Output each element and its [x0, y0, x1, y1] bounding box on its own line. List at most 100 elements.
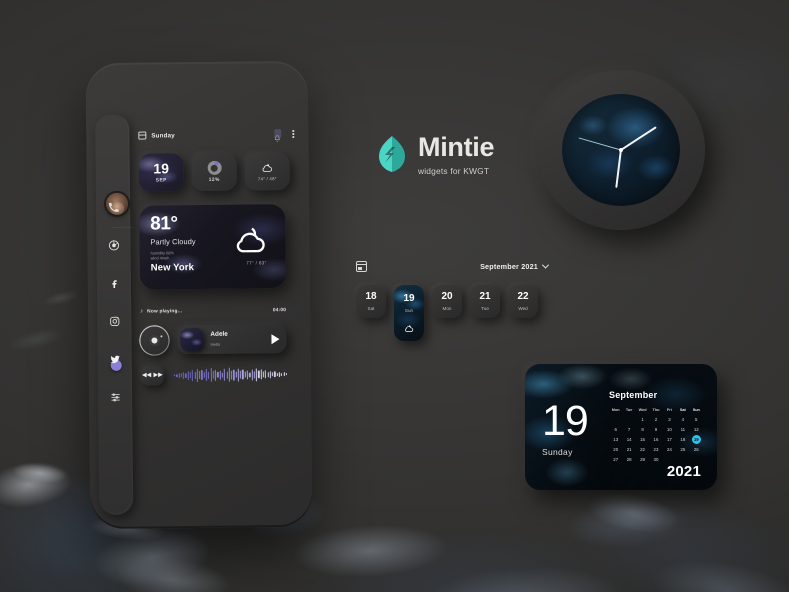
- next-icon[interactable]: ▶▶: [153, 372, 162, 378]
- month-grid-day-14[interactable]: 14: [622, 435, 635, 444]
- more-vertical-icon[interactable]: [292, 130, 295, 138]
- waveform-bar: [258, 370, 260, 379]
- month-grid-day-22[interactable]: 22: [636, 445, 649, 454]
- month-grid-day-5[interactable]: 5: [690, 415, 703, 424]
- month-grid-day-17[interactable]: 17: [663, 435, 676, 444]
- sliders-icon[interactable]: [89, 378, 141, 417]
- calendar-strip-header: September 2021: [356, 258, 550, 274]
- battery-widget[interactable]: 12%: [191, 152, 237, 192]
- calendar-day-name: Wed: [518, 306, 528, 311]
- waveform-bar: [249, 371, 251, 377]
- brand-tagline: widgets for KWGT: [418, 166, 490, 176]
- month-grid-day-11[interactable]: 11: [676, 425, 689, 434]
- date-card-day-number: 19: [542, 397, 589, 445]
- audio-waveform: [173, 366, 287, 383]
- month-grid-day-6[interactable]: 6: [609, 425, 622, 434]
- volume-knob[interactable]: [140, 325, 169, 355]
- date-card-month-label: September: [609, 390, 658, 400]
- month-grid-day-1[interactable]: 1: [636, 415, 649, 424]
- album-art: [180, 327, 204, 352]
- month-grid-day-20[interactable]: 20: [609, 445, 622, 454]
- calendar-day-19[interactable]: 19 Sun: [394, 285, 424, 341]
- waveform-bar: [173, 374, 176, 377]
- status-day-label: Sunday: [151, 131, 175, 139]
- month-grid-day-27[interactable]: 27: [609, 455, 622, 464]
- month-grid-day-4[interactable]: 4: [676, 415, 689, 424]
- month-grid-day-18[interactable]: 18: [676, 435, 689, 444]
- previous-icon[interactable]: ◀◀: [142, 373, 151, 379]
- month-grid-day-21[interactable]: 21: [622, 445, 635, 454]
- instagram-icon[interactable]: [88, 302, 140, 341]
- waveform-bar: [271, 372, 274, 377]
- partly-cloudy-icon: [231, 224, 269, 256]
- month-grid-day-8[interactable]: 8: [636, 425, 649, 434]
- month-grid-day-3[interactable]: 3: [663, 415, 676, 424]
- calendar-day-21[interactable]: 21 Tue: [470, 285, 500, 318]
- calendar-day-inner: 20 Mon: [441, 292, 452, 312]
- weather-mini-widget[interactable]: 74° / 48°: [244, 152, 290, 191]
- waveform-bar: [176, 373, 178, 377]
- date-calendar-card[interactable]: 19 Sunday September Mon Tue Wed Thu Fri Sat Su…: [525, 364, 717, 490]
- music-note-icon: ♪: [140, 308, 144, 315]
- waveform-bar: [239, 370, 242, 379]
- month-grid-day-16[interactable]: 16: [649, 435, 662, 444]
- month-grid-day-19[interactable]: 19: [690, 435, 703, 444]
- date-card-left: 19 Sunday: [542, 397, 589, 457]
- waveform-bar: [269, 370, 271, 378]
- waveform-bar: [274, 371, 276, 378]
- music-controls-row: ◀◀ ▶▶: [140, 364, 287, 386]
- waveform-bar: [228, 367, 230, 382]
- waveform-bar: [187, 370, 189, 380]
- calendar-day-18[interactable]: 18 Sat: [356, 285, 386, 318]
- brand-logo-block: Mintie widgets for KWGT: [377, 132, 495, 176]
- calendar-strip-widget: September 2021 18 Sat 19 Sun 20 Mon 21 Tue 22 Wed: [356, 258, 550, 341]
- calendar-day-20[interactable]: 20 Mon: [432, 285, 462, 318]
- play-icon[interactable]: [271, 333, 280, 344]
- date-widget[interactable]: 19 SEP: [138, 153, 184, 192]
- waveform-bar: [283, 372, 285, 377]
- calendar-day-inner: 21 Tue: [479, 291, 491, 312]
- calendar-month-selector[interactable]: September 2021: [480, 261, 550, 271]
- status-left[interactable]: Sunday: [138, 131, 175, 140]
- month-grid-day-7[interactable]: 7: [622, 425, 635, 434]
- month-grid-day-26[interactable]: 26: [690, 445, 703, 454]
- month-grid-empty: [609, 415, 622, 424]
- bell-icon[interactable]: [274, 130, 282, 142]
- month-grid-day-23[interactable]: 23: [649, 445, 662, 454]
- music-time: 04:00: [272, 307, 287, 313]
- calendar-day-inner: 22 Wed: [517, 292, 528, 312]
- phone-icon[interactable]: [87, 188, 139, 227]
- weather-widget[interactable]: 81° Partly Cloudy humidity 68% wind 4mph…: [139, 204, 286, 290]
- facebook-icon[interactable]: [88, 264, 140, 303]
- analog-clock-widget[interactable]: [537, 70, 705, 230]
- month-grid-dow: Sun: [692, 408, 700, 412]
- waveform-bar: [178, 372, 180, 378]
- waveform-bar: [205, 368, 208, 381]
- month-grid-dow: Mon: [611, 408, 620, 412]
- weather-city: New York: [150, 262, 194, 274]
- waveform-bar: [219, 370, 221, 380]
- calendar-day-number: 21: [479, 291, 491, 302]
- month-grid-day-29[interactable]: 29: [636, 455, 649, 464]
- waveform-bar: [251, 368, 253, 380]
- music-track-card[interactable]: Adele Hello: [177, 324, 287, 355]
- waveform-bar: [235, 371, 237, 378]
- month-grid-dow: Tue: [625, 408, 633, 412]
- small-widget-row: 19 SEP 12% 74° / 48°: [138, 152, 295, 192]
- month-grid-day-15[interactable]: 15: [636, 435, 649, 444]
- month-grid-day-13[interactable]: 13: [609, 435, 622, 444]
- month-grid-day-10[interactable]: 10: [663, 425, 676, 434]
- twitter-icon[interactable]: [88, 340, 140, 379]
- month-grid-day-28[interactable]: 28: [622, 455, 635, 464]
- month-grid-day-12[interactable]: 12: [690, 425, 703, 434]
- month-grid-day-30[interactable]: 30: [649, 455, 662, 464]
- month-grid-day-2[interactable]: 2: [649, 415, 662, 424]
- chrome-icon[interactable]: [87, 226, 139, 265]
- month-grid-day-24[interactable]: 24: [663, 445, 676, 454]
- partly-cloudy-icon: [261, 162, 274, 173]
- month-grid-day-25[interactable]: 25: [676, 445, 689, 454]
- calendar-day-22[interactable]: 22 Wed: [508, 285, 538, 318]
- chevron-down-icon[interactable]: [541, 261, 550, 269]
- month-grid-day-9[interactable]: 9: [649, 425, 662, 434]
- music-prev-next-controls[interactable]: ◀◀ ▶▶: [140, 365, 164, 386]
